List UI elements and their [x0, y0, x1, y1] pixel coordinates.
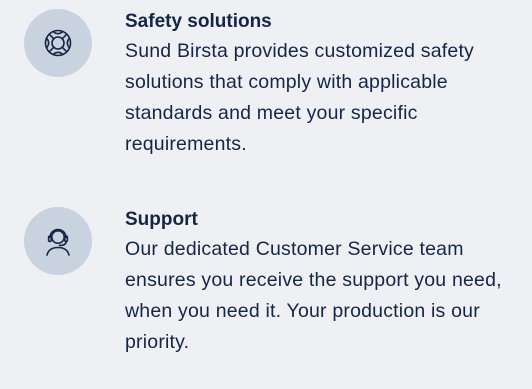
lifebuoy-icon: [44, 29, 72, 57]
feature-description: Sund Birsta provides customized safety s…: [125, 40, 475, 155]
headset-support-icon: [46, 228, 70, 256]
safety-text-block: Safety solutions Sund Birsta provides cu…: [125, 9, 515, 160]
feature-description: Our dedicated Customer Service team ensu…: [125, 238, 502, 353]
support-text-block: Support Our dedicated Customer Service t…: [125, 207, 515, 358]
feature-title: Safety solutions: [125, 11, 272, 32]
lifebuoy-icon-badge: [24, 9, 92, 77]
headset-icon-badge: [24, 207, 92, 275]
feature-title: Support: [125, 209, 198, 230]
